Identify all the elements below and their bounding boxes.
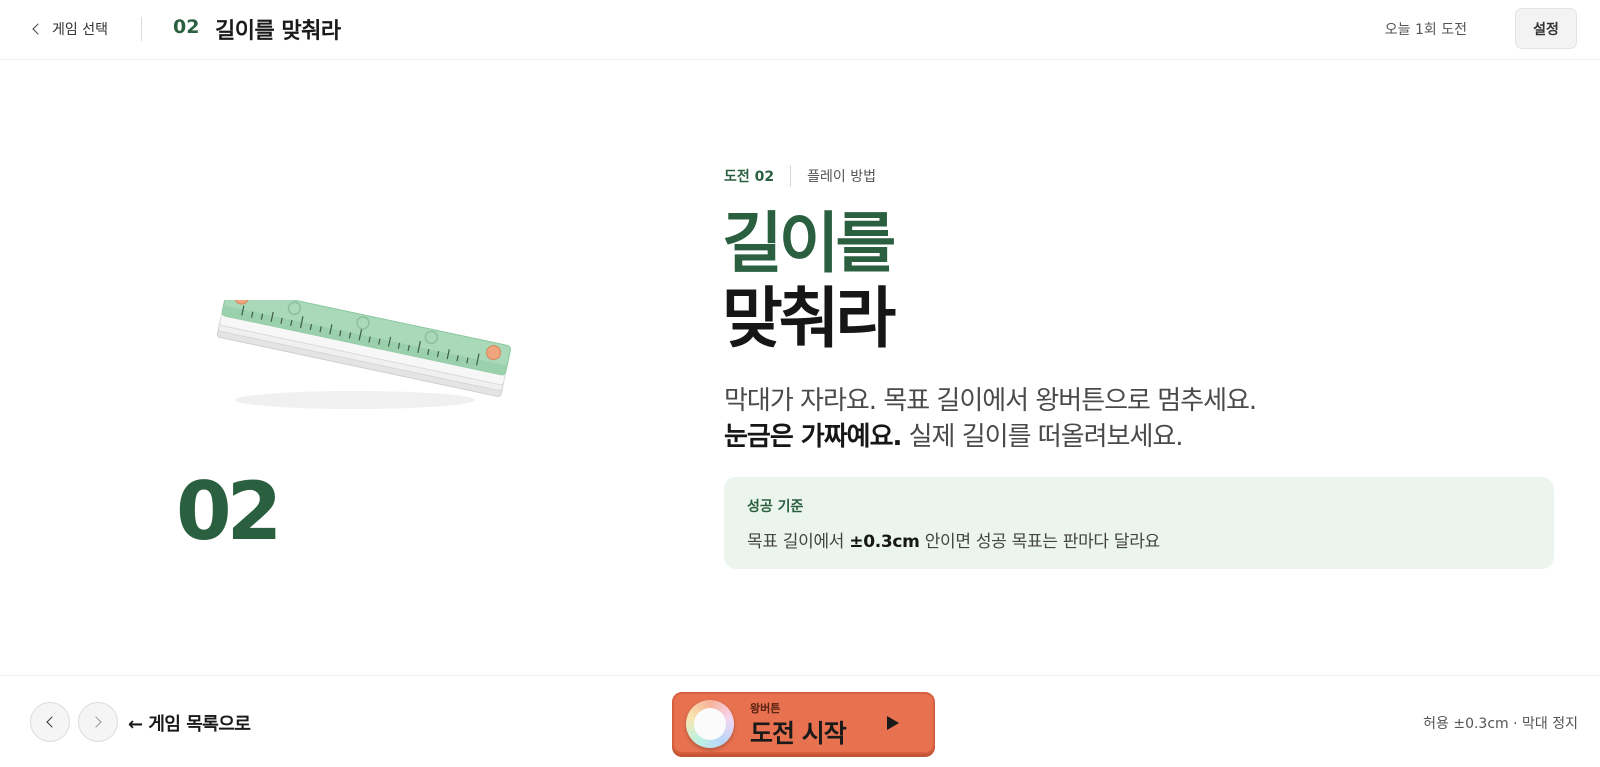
page-title-line2: 맞춰라 [722, 280, 896, 357]
next-game-button[interactable] [78, 702, 118, 742]
criteria-tolerance: ±0.3cm [849, 532, 920, 552]
challenge-label: 도전 02 [724, 169, 775, 185]
success-criteria-box: 성공 기준 목표 길이에서 ±0.3cm 안이면 성공 목표는 판마다 달라요 [724, 477, 1554, 569]
howto-label: 플레이 방법 [807, 169, 876, 185]
description-rest: 실제 길이를 떠올려보세요. [901, 422, 1184, 452]
back-to-list-link[interactable]: ← 게임 목록으로 [128, 710, 251, 736]
back-to-game-select-button[interactable]: 게임 선택 [30, 16, 108, 42]
footer-status: 허용 ±0.3cm · 막대 정지 [1423, 716, 1578, 732]
breadcrumb-divider [790, 165, 792, 187]
chevron-left-icon [46, 716, 58, 728]
ruler-icon [216, 300, 512, 409]
description-line1: 막대가 자라요. 목표 길이에서 왕버튼으로 멈추세요. [724, 386, 1257, 416]
criteria-text-pre: 목표 길이에서 [747, 532, 850, 552]
challenge-breadcrumb: 도전 02 플레이 방법 [724, 165, 876, 187]
game-number-display: 02 [176, 465, 282, 558]
header-game-title: 길이를 맞춰라 [215, 19, 341, 44]
chevron-right-icon [90, 716, 102, 728]
play-icon [887, 716, 899, 730]
settings-button[interactable]: 설정 [1515, 8, 1577, 49]
header-divider [141, 17, 142, 41]
description-emphasis: 눈금은 가짜예요. [724, 422, 902, 452]
description-line2: 눈금은 가짜예요. 실제 길이를 떠올려보세요. [724, 416, 1184, 453]
back-label: 게임 선택 [52, 22, 108, 38]
criteria-text: 목표 길이에서 ±0.3cm 안이면 성공 목표는 판마다 달라요 [747, 527, 1160, 552]
header-game-number: 02 [173, 16, 200, 38]
previous-game-button[interactable] [30, 702, 70, 742]
criteria-text-post: 안이면 성공 목표는 판마다 달라요 [919, 532, 1160, 552]
chevron-left-icon [32, 23, 44, 35]
start-challenge-button[interactable]: 왕버튼 도전 시작 [672, 692, 935, 754]
page-title-line1: 길이를 [722, 205, 896, 282]
start-button-label: 도전 시작 [750, 719, 847, 748]
criteria-label: 성공 기준 [747, 499, 804, 515]
orb-icon [686, 700, 734, 748]
today-status: 오늘 1회 도전 [1384, 22, 1467, 38]
